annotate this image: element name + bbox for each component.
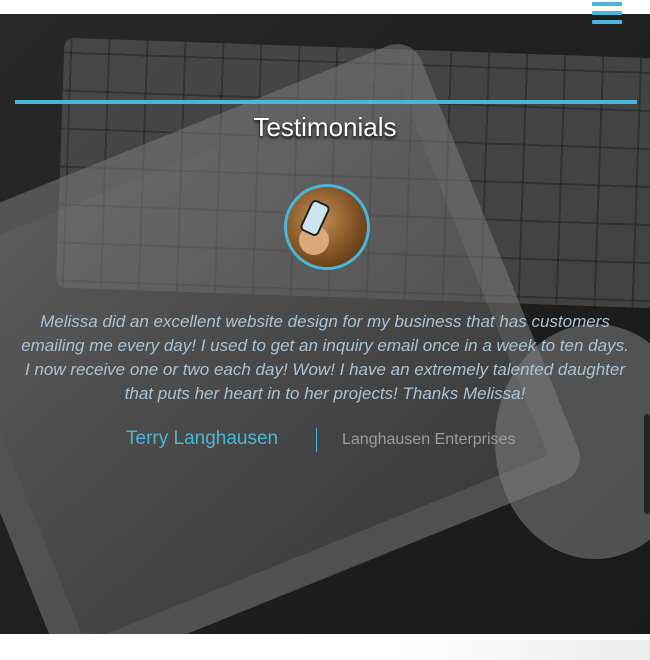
testimonial-company: Langhausen Enterprises: [342, 431, 516, 448]
top-strip: [0, 0, 650, 14]
testimonial-avatar: [284, 184, 370, 270]
page-scrollbar[interactable]: [644, 414, 650, 514]
section-title: Testimonials: [253, 112, 397, 142]
bottom-edge: [400, 640, 650, 660]
attribution-divider: [316, 428, 317, 452]
testimonial-author: Terry Langhausen: [126, 428, 279, 449]
testimonial-quote: Melissa did an excellent website design …: [21, 312, 629, 403]
hamburger-menu-icon[interactable]: [592, 2, 622, 28]
testimonial-attribution: Terry Langhausen Langhausen Enterprises: [0, 428, 650, 454]
section-top-rule: [15, 100, 637, 104]
